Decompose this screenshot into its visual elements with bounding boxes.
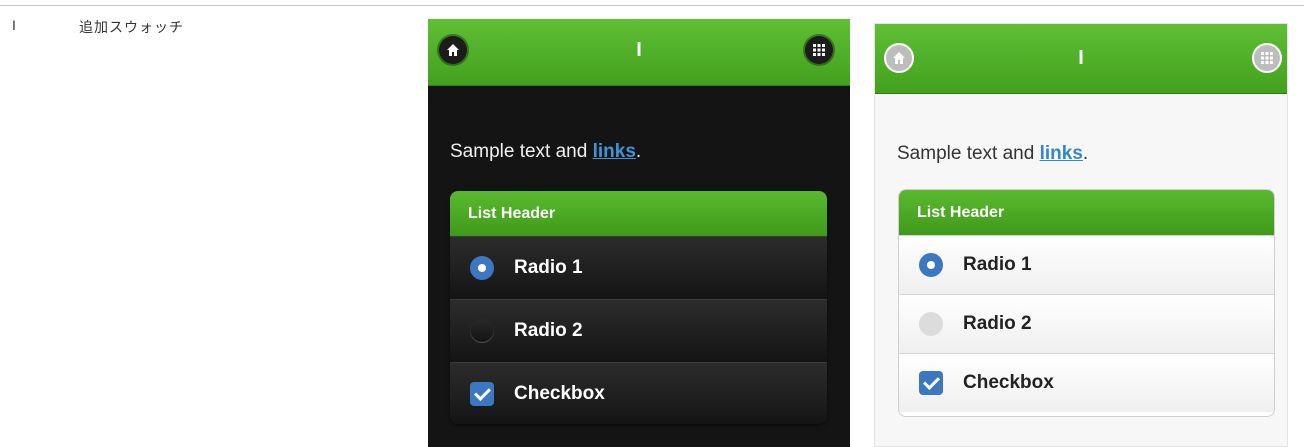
choice-list: List Header Radio 1 Radio 2 Checkbox xyxy=(898,189,1275,417)
radio-selected-icon xyxy=(470,256,494,280)
radio-unselected-icon xyxy=(919,312,943,336)
sample-text: Sample text and links. xyxy=(897,143,1088,165)
sample-link[interactable]: links xyxy=(1040,143,1083,164)
grid-icon xyxy=(1261,52,1273,64)
list-header: List Header xyxy=(899,190,1274,235)
radio-label-1: Radio 1 xyxy=(514,257,583,278)
dark-swatch-preview: I Sample text and links. List Header Rad… xyxy=(428,19,850,447)
grid-icon xyxy=(813,44,825,56)
radio-option-1[interactable]: Radio 1 xyxy=(450,236,827,299)
choice-list: List Header Radio 1 Radio 2 Checkbox xyxy=(450,191,827,424)
radio-label-2: Radio 2 xyxy=(963,313,1032,334)
header-title: I xyxy=(636,39,642,61)
sample-prefix: Sample text and xyxy=(450,141,593,162)
radio-unselected-icon xyxy=(470,319,494,343)
header-bar: I xyxy=(428,19,850,86)
light-swatch-preview: I Sample text and links. List Header Rad… xyxy=(874,23,1288,447)
checkbox-option[interactable]: Checkbox xyxy=(450,362,827,424)
sample-text: Sample text and links. xyxy=(450,141,641,163)
checkbox-label: Checkbox xyxy=(963,372,1054,393)
radio-selected-icon xyxy=(919,253,943,277)
radio-option-1[interactable]: Radio 1 xyxy=(899,235,1274,294)
sample-suffix: . xyxy=(635,141,642,162)
radio-option-2[interactable]: Radio 2 xyxy=(450,299,827,362)
header-bar: I xyxy=(875,24,1287,94)
checkbox-label: Checkbox xyxy=(514,383,605,404)
list-header: List Header xyxy=(450,191,827,236)
radio-label-2: Radio 2 xyxy=(514,320,583,341)
top-divider xyxy=(0,5,1304,6)
grid-button[interactable] xyxy=(805,36,833,64)
checkbox-checked-icon xyxy=(919,371,943,395)
checkbox-checked-icon xyxy=(470,382,494,406)
header-title: I xyxy=(1078,47,1084,69)
radio-option-2[interactable]: Radio 2 xyxy=(899,294,1274,353)
checkbox-option[interactable]: Checkbox xyxy=(899,353,1274,412)
section-marker: I xyxy=(12,17,16,33)
sample-prefix: Sample text and xyxy=(897,143,1040,164)
sample-link[interactable]: links xyxy=(593,141,636,162)
section-label: 追加スウォッチ xyxy=(79,20,184,36)
grid-button[interactable] xyxy=(1252,43,1282,73)
sample-suffix: . xyxy=(1082,143,1089,164)
radio-label-1: Radio 1 xyxy=(963,254,1032,275)
